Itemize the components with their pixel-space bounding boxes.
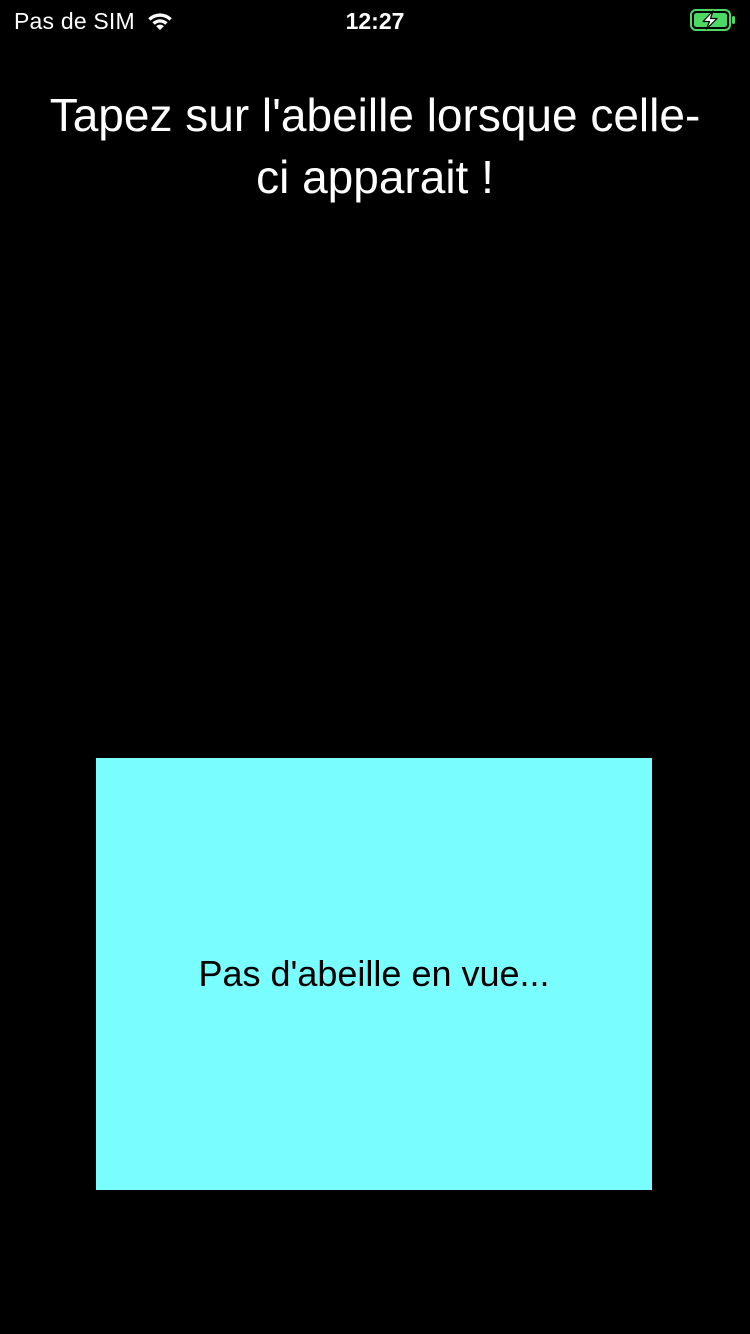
status-time: 12:27 [345, 8, 405, 34]
bee-tap-zone[interactable]: Pas d'abeille en vue... [96, 758, 652, 1190]
bee-status-label: Pas d'abeille en vue... [198, 953, 550, 994]
status-bar: Pas de SIM 12:27 [0, 0, 750, 40]
instruction-text: Tapez sur l'abeille lorsque celle-ci app… [49, 89, 701, 203]
battery-charging-icon [690, 9, 735, 31]
